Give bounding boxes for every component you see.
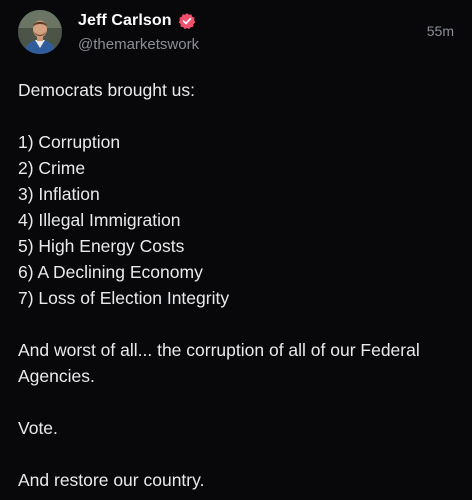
- list-item: 1) Corruption: [18, 132, 121, 152]
- list-item: 7) Loss of Election Integrity: [18, 288, 230, 308]
- post-intro: Democrats brought us:: [18, 80, 196, 100]
- list-item: 3) Inflation: [18, 184, 100, 204]
- list-item: 4) Illegal Immigration: [18, 210, 181, 230]
- post-card[interactable]: Jeff Carlson @themarketswork 55m Democra…: [0, 0, 472, 500]
- list-item: 2) Crime: [18, 158, 86, 178]
- post-timestamp[interactable]: 55m: [427, 23, 454, 39]
- post-paragraph-restore: And restore our country.: [18, 470, 205, 490]
- list-item: 5) High Energy Costs: [18, 236, 185, 256]
- avatar[interactable]: [18, 10, 62, 54]
- author-handle[interactable]: @themarketswork: [78, 36, 199, 53]
- verified-badge-icon: [178, 12, 196, 30]
- post-paragraph-vote: Vote.: [18, 418, 58, 438]
- post-body: Democrats brought us: 1) Corruption 2) C…: [18, 77, 458, 493]
- avatar-photo-icon: [18, 10, 62, 54]
- post-paragraph-worst: And worst of all... the corruption of al…: [18, 340, 420, 386]
- author-name-row[interactable]: Jeff Carlson: [78, 12, 196, 30]
- list-item: 6) A Declining Economy: [18, 262, 203, 282]
- author-display-name[interactable]: Jeff Carlson: [78, 12, 172, 30]
